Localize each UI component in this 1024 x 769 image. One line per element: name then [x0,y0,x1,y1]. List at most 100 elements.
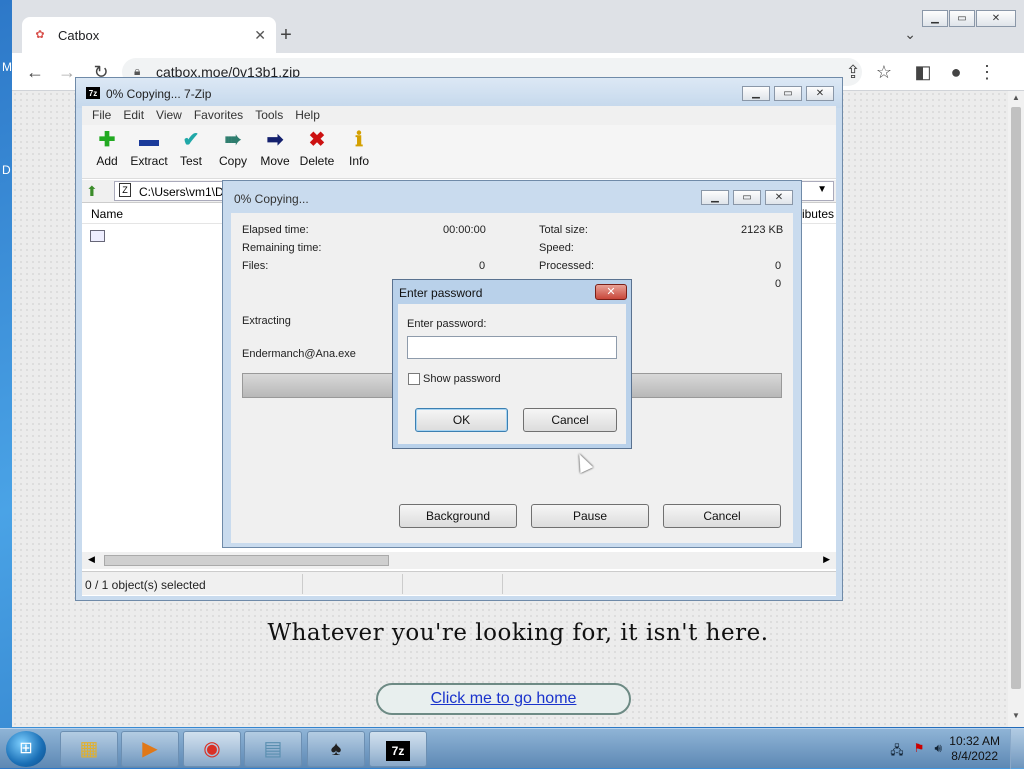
info-button[interactable]: ℹ Info [338,125,380,178]
folder-up-icon[interactable]: ⬆ [86,183,98,200]
files-label: Files: [242,260,269,272]
delete-button[interactable]: ✖ Delete [296,125,338,178]
password-input[interactable] [407,336,617,359]
close-icon[interactable]: ✕ [595,284,627,300]
toolbar: ✚ Add ▬ Extract ✔ Test ➠ Copy ➡ Move ✖ D… [82,125,836,179]
archive-icon: Z [119,183,131,197]
move-label: Move [260,154,290,168]
scroll-thumb[interactable] [104,555,389,566]
copy-button[interactable]: ➠ Copy [212,125,254,178]
scroll-down-icon[interactable]: ▼ [1008,711,1024,725]
7zip-titlebar[interactable]: 7z 0% Copying... 7-Zip ▁ ▭ ✕ [76,78,842,108]
chevron-down-icon[interactable]: ▼ [817,184,827,195]
menu-edit[interactable]: Edit [117,106,150,125]
new-tab-icon[interactable]: + [274,24,298,48]
show-password-checkbox[interactable] [408,373,420,385]
status-divider [302,574,303,594]
test-label: Test [179,154,202,168]
column-attributes[interactable]: ributes [798,207,834,221]
menu-tools[interactable]: Tools [249,106,289,125]
minimize-icon[interactable]: ▁ [701,190,729,205]
solitaire-icon[interactable]: ♠ [307,731,365,767]
cancel-button[interactable]: Cancel [523,408,617,432]
side-panel-icon[interactable]: ◧ [910,59,936,85]
home-link[interactable]: Click me to go home [376,683,631,715]
volume-icon[interactable]: 🔊︎ [934,741,942,762]
pause-button[interactable]: Pause [531,504,649,528]
password-dialog: Enter password ✕ Enter password: Show pa… [392,279,632,449]
elapsed-value: 00:00:00 [443,224,486,236]
share-icon[interactable]: ⇪ [840,59,866,85]
delete-label: Delete [299,154,335,168]
show-desktop-button[interactable] [1010,729,1024,769]
bookmark-star-icon[interactable]: ☆ [871,59,897,85]
maximize-icon[interactable]: ▭ [774,86,802,101]
close-icon[interactable]: ✕ [765,190,793,205]
extract-label: Extract [130,154,168,168]
dialog-title: Enter password [399,286,483,300]
double-arrow-icon: ➠ [224,129,242,151]
arrow-right-icon: ➡ [266,129,284,151]
status-bar: 0 / 1 object(s) selected [82,571,836,595]
processed-value: 0 [775,260,782,272]
media-player-icon[interactable]: ▶ [121,731,179,767]
scroll-thumb[interactable] [1011,107,1021,689]
horizontal-scrollbar[interactable]: ◀ ▶ [82,552,836,569]
test-button[interactable]: ✔ Test [170,125,212,178]
menu-view[interactable]: View [150,106,188,125]
desktop-icon-label: M [2,60,12,74]
column-name[interactable]: Name [91,207,123,221]
elapsed-label: Elapsed time: [242,224,309,236]
extract-button[interactable]: ▬ Extract [128,125,170,178]
scroll-right-icon[interactable]: ▶ [823,554,830,565]
back-icon[interactable]: ← [22,59,48,85]
cancel-button[interactable]: Cancel [663,504,781,528]
check-icon: ✔ [182,129,200,151]
browser-tab[interactable]: ✿ Catbox ✕ [22,17,276,53]
scroll-up-icon[interactable]: ▲ [1008,93,1024,107]
add-button[interactable]: ✚ Add [86,125,128,178]
password-client: Enter password: Show password OK Cancel [398,304,626,444]
page-scrollbar[interactable]: ▲ ▼ [1008,91,1024,727]
clock-time: 10:32 AM [949,734,1000,748]
tab-title: Catbox [58,27,100,43]
action-center-icon[interactable]: ⚑ [914,741,925,762]
chrome-icon[interactable]: ◉ [183,731,241,767]
clock[interactable]: 10:32 AM 8/4/2022 [949,734,1000,764]
maximize-icon[interactable]: ▭ [949,10,975,27]
menu-favorites[interactable]: Favorites [188,106,249,125]
close-icon[interactable]: ✕ [806,86,834,101]
total-size-value: 2123 KB [741,224,784,236]
network-icon[interactable]: 🖧 [890,741,903,762]
menu-bar: File Edit View Favorites Tools Help [82,106,836,125]
minimize-icon[interactable]: ▁ [742,86,770,101]
file-icon[interactable] [90,230,105,242]
menu-help[interactable]: Help [289,106,326,125]
menu-kebab-icon[interactable]: ⋮ [974,59,1000,85]
scroll-left-icon[interactable]: ◀ [88,554,95,565]
7zip-logo-icon: 7z [86,87,100,99]
system-tray: 🖧 ⚑ 🔊︎ [880,741,942,762]
total-size-label: Total size: [539,224,588,236]
notepad-icon[interactable]: ▤ [244,731,302,767]
start-button[interactable]: ⊞ [6,731,46,767]
desktop-icon-label: D [2,163,11,177]
tab-search-icon[interactable]: ⌄ [904,26,916,43]
7zip-icon[interactable]: 7z [369,731,427,767]
close-icon[interactable]: ✕ [976,10,1016,27]
background-button[interactable]: Background [399,504,517,528]
ok-button[interactable]: OK [415,408,508,432]
files-value: 0 [479,260,486,272]
show-password-label[interactable]: Show password [423,373,501,385]
maximize-icon[interactable]: ▭ [733,190,761,205]
info-icon: ℹ [355,129,363,151]
profile-icon[interactable]: ● [943,59,969,85]
taskbar: ⊞ ▦ ▶ ◉ ▤ ♠ 7z 🖧 ⚑ 🔊︎ 10:32 AM 8/4/2022 [0,728,1024,769]
menu-file[interactable]: File [86,106,117,125]
remaining-label: Remaining time: [242,242,322,254]
move-button[interactable]: ➡ Move [254,125,296,178]
tab-close-icon[interactable]: ✕ [254,27,266,44]
page-message: Whatever you're looking for, it isn't he… [267,620,769,646]
explorer-icon[interactable]: ▦ [60,731,118,767]
minimize-icon[interactable]: ▁ [922,10,948,27]
